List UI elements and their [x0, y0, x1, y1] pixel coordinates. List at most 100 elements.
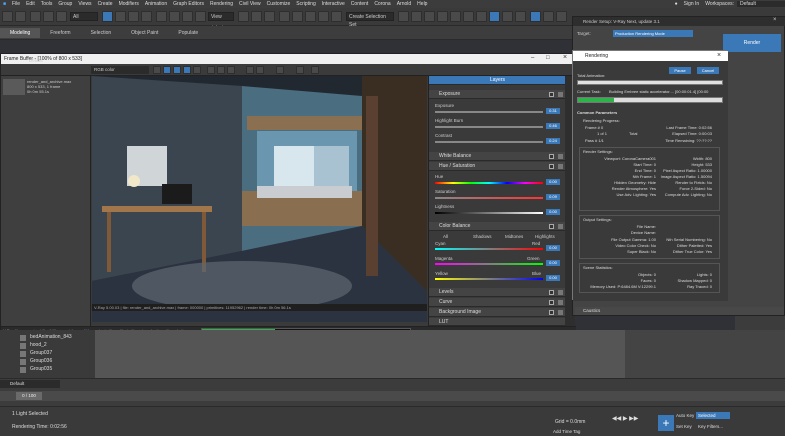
- place-icon[interactable]: [195, 11, 206, 22]
- contrast-slider[interactable]: [435, 141, 543, 143]
- layer-explorer-icon[interactable]: [437, 11, 448, 22]
- color-balance-checkbox[interactable]: [549, 224, 554, 229]
- select-object-icon[interactable]: [102, 11, 113, 22]
- highlight-burn-slider[interactable]: [435, 126, 543, 128]
- yellow-blue-value[interactable]: 0.00: [546, 275, 560, 281]
- window-crossing-icon[interactable]: [141, 11, 152, 22]
- vray-icon[interactable]: [530, 11, 541, 22]
- track-mouse-icon[interactable]: [256, 66, 264, 74]
- green-channel-icon[interactable]: [163, 66, 171, 74]
- menu-create[interactable]: Create: [95, 1, 116, 7]
- menu-interactive[interactable]: Interactive: [319, 1, 348, 7]
- move-icon[interactable]: [156, 11, 167, 22]
- curve-section[interactable]: Curve: [429, 298, 566, 307]
- eye-icon[interactable]: [20, 343, 26, 349]
- eye-icon[interactable]: [20, 367, 26, 373]
- history-thumbnail[interactable]: [3, 79, 25, 95]
- menu-arnold[interactable]: Arnold: [394, 1, 414, 7]
- edit-named-selection-icon[interactable]: [331, 11, 342, 22]
- hue-slider[interactable]: [435, 182, 543, 184]
- curve-close-icon[interactable]: [558, 300, 563, 305]
- angle-snap-icon[interactable]: [292, 11, 303, 22]
- red-channel-icon[interactable]: [153, 66, 161, 74]
- unlink-icon[interactable]: [43, 11, 54, 22]
- menu-animation[interactable]: Animation: [142, 1, 170, 7]
- lens-effects-icon[interactable]: [276, 66, 284, 74]
- auto-key-button[interactable]: Auto Key: [676, 413, 694, 418]
- selection-filter-select[interactable]: All: [70, 12, 98, 21]
- corona-icon[interactable]: [556, 11, 567, 22]
- menu-customize[interactable]: Customize: [264, 1, 294, 7]
- cb-highlights-radio[interactable]: Highlights: [535, 234, 555, 239]
- cb-midtones-radio[interactable]: Midtones: [505, 234, 523, 239]
- cyan-red-slider[interactable]: [435, 248, 543, 250]
- hue-sat-checkbox[interactable]: [549, 164, 554, 169]
- material-editor-icon[interactable]: [476, 11, 487, 22]
- menu-modifiers[interactable]: Modifiers: [116, 1, 142, 7]
- target-select[interactable]: Production Rendering Mode: [613, 30, 693, 37]
- bg-image-close-icon[interactable]: [558, 310, 563, 315]
- cancel-button[interactable]: Cancel: [697, 67, 719, 74]
- align-icon[interactable]: [411, 11, 422, 22]
- save-image-icon[interactable]: [207, 66, 215, 74]
- clear-image-icon[interactable]: [227, 66, 235, 74]
- tab-modeling[interactable]: Modeling: [0, 27, 41, 38]
- tab-object-paint[interactable]: Object Paint: [121, 30, 168, 36]
- layers-tab[interactable]: Layers: [429, 76, 566, 85]
- lightness-slider[interactable]: [435, 212, 543, 214]
- snaps-toggle-icon[interactable]: [279, 11, 290, 22]
- hue-sat-close-icon[interactable]: [558, 164, 563, 169]
- list-item[interactable]: Group036: [30, 358, 52, 364]
- color-balance-section[interactable]: Color Balance: [429, 222, 566, 231]
- cb-shadows-radio[interactable]: Shadows: [473, 234, 492, 239]
- select-manipulate-icon[interactable]: [251, 11, 262, 22]
- lut-section[interactable]: LUT: [429, 318, 566, 326]
- saturation-slider[interactable]: [435, 197, 543, 199]
- alpha-icon[interactable]: [183, 66, 191, 74]
- stop-render-icon[interactable]: [296, 66, 304, 74]
- exposure-value[interactable]: 0.31: [546, 108, 560, 114]
- set-key-button[interactable]: Set Key: [676, 424, 692, 429]
- menu-corona[interactable]: Corona: [371, 1, 393, 7]
- vray-lights-icon[interactable]: [543, 11, 554, 22]
- white-balance-checkbox[interactable]: [549, 154, 554, 159]
- list-item[interactable]: hood_2: [30, 342, 47, 348]
- rendered-image[interactable]: [92, 76, 427, 322]
- add-key-icon[interactable]: +: [658, 415, 674, 431]
- bind-space-warp-icon[interactable]: [56, 11, 67, 22]
- color-balance-close-icon[interactable]: [558, 224, 563, 229]
- key-filters-button[interactable]: Key Filters...: [698, 424, 723, 429]
- yellow-blue-slider[interactable]: [435, 278, 543, 280]
- cb-all-radio[interactable]: All: [443, 234, 448, 239]
- maximize-icon[interactable]: □: [546, 55, 550, 61]
- user-icon[interactable]: ●: [672, 1, 681, 7]
- link-icon[interactable]: [30, 11, 41, 22]
- curve-editor-icon[interactable]: [450, 11, 461, 22]
- pivot-icon[interactable]: [238, 11, 249, 22]
- levels-checkbox[interactable]: [549, 290, 554, 295]
- caustics-rollout[interactable]: Caustics: [575, 307, 784, 315]
- menu-rendering[interactable]: Rendering: [207, 1, 236, 7]
- render-setup-icon[interactable]: [489, 11, 500, 22]
- levels-close-icon[interactable]: [558, 290, 563, 295]
- common-parameters-header[interactable]: Common Parameters: [577, 110, 617, 115]
- undo-icon[interactable]: [2, 11, 13, 22]
- exposure-section[interactable]: Exposure: [429, 90, 566, 99]
- schematic-view-icon[interactable]: [463, 11, 474, 22]
- lightness-value[interactable]: 0.00: [546, 209, 560, 215]
- magenta-green-value[interactable]: 0.00: [546, 260, 560, 266]
- menu-tools[interactable]: Tools: [38, 1, 56, 7]
- load-image-icon[interactable]: [217, 66, 225, 74]
- levels-section[interactable]: Levels: [429, 288, 566, 297]
- render-production-icon[interactable]: [515, 11, 526, 22]
- time-slider-handle[interactable]: 0 / 100: [16, 392, 42, 400]
- play-icon[interactable]: ◀◀ ▶ ▶▶: [612, 415, 638, 422]
- key-mode-select[interactable]: Selected: [696, 412, 730, 419]
- region-render-icon[interactable]: [246, 66, 254, 74]
- render-setup-close-icon[interactable]: ×: [773, 17, 777, 23]
- magenta-green-slider[interactable]: [435, 263, 543, 265]
- eye-icon[interactable]: [20, 359, 26, 365]
- exposure-slider[interactable]: [435, 111, 543, 113]
- cyan-red-value[interactable]: 0.00: [546, 245, 560, 251]
- menu-file[interactable]: File: [9, 1, 23, 7]
